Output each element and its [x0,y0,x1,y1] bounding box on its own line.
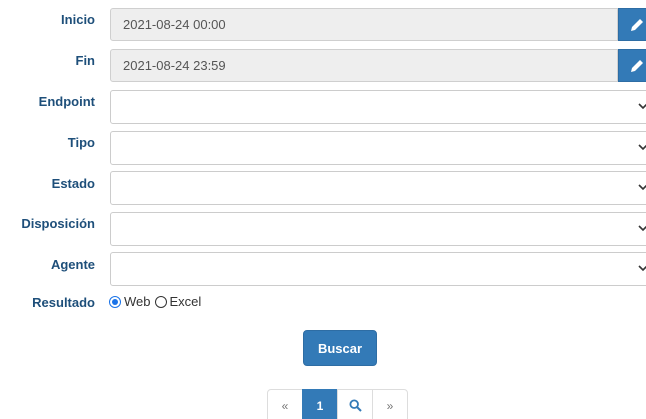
chevron-down-icon [638,225,646,232]
resultado-option-web[interactable]: Web [109,294,151,309]
disposicion-label: Disposición [21,216,95,231]
disposicion-select[interactable] [110,212,646,246]
inicio-edit-button[interactable] [618,8,646,41]
chevron-down-icon [638,144,646,151]
buscar-button[interactable]: Buscar [303,330,377,366]
tipo-select[interactable] [110,131,646,165]
pagination: « 1 » [267,389,408,419]
fin-edit-button[interactable] [618,49,646,82]
resultado-label: Resultado [32,295,95,310]
pagination-page-1[interactable]: 1 [302,389,338,419]
fin-field[interactable]: 2021-08-24 23:59 [110,49,618,82]
pencil-icon [631,60,643,72]
fin-label: Fin [75,53,96,68]
tipo-label: Tipo [67,135,95,150]
estado-select[interactable] [110,171,646,205]
agente-label: Agente [50,257,95,272]
search-form-page: Inicio 2021-08-24 00:00 Fin 2021-08-24 2… [0,0,646,419]
inicio-field[interactable]: 2021-08-24 00:00 [110,8,618,41]
web-radio-label: Web [124,294,151,309]
web-radio[interactable] [109,295,121,308]
estado-label: Estado [51,176,95,191]
pagination-next[interactable]: » [372,389,408,419]
chevron-down-icon [638,103,646,110]
endpoint-label: Endpoint [38,94,95,109]
resultado-option-excel[interactable]: Excel [154,294,202,309]
excel-radio-label: Excel [169,294,202,309]
pagination-prev[interactable]: « [267,389,303,419]
inicio-label: Inicio [61,12,95,27]
pagination-search[interactable] [337,389,373,419]
chevron-down-icon [638,184,646,191]
excel-radio[interactable] [154,295,167,308]
search-icon [348,399,362,412]
chevron-down-icon [638,265,646,272]
resultado-radio-group: Web Excel [109,294,205,309]
endpoint-select[interactable] [110,90,646,124]
pencil-icon [631,19,643,31]
agente-select[interactable] [110,252,646,286]
